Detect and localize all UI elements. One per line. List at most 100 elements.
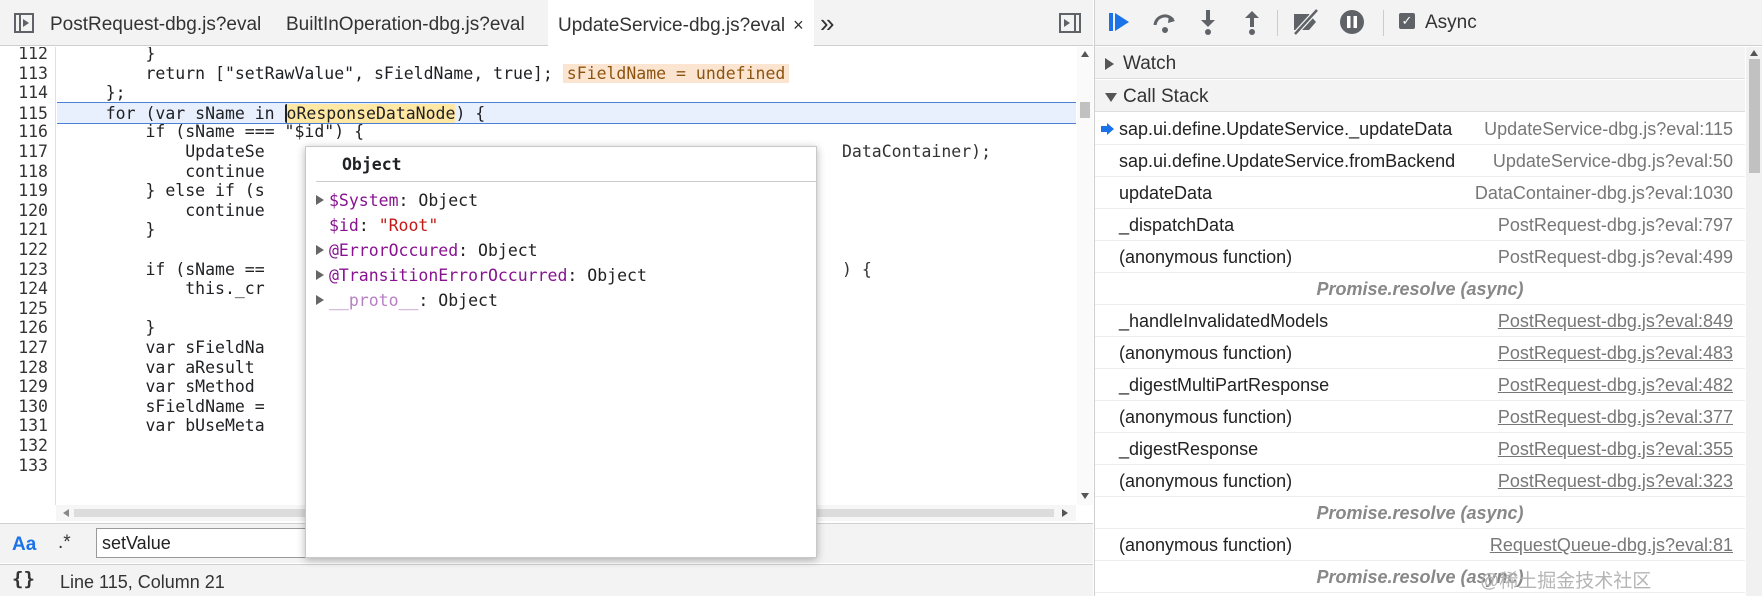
cursor-position: Line 115, Column 21 — [60, 572, 225, 592]
frame-location-link[interactable]: UpdateService-dbg.js?eval:115 — [1484, 119, 1733, 140]
frame-location-link[interactable]: RequestQueue-dbg.js?eval:81 — [1490, 535, 1733, 556]
frame-location-link[interactable]: PostRequest-dbg.js?eval:355 — [1498, 439, 1733, 460]
call-frame[interactable]: updateData DataContainer-dbg.js?eval:1030 — [1095, 177, 1745, 209]
collapse-triangle-icon — [1105, 93, 1117, 102]
step-into-icon[interactable] — [1197, 8, 1219, 35]
toggle-debugger-icon[interactable] — [1059, 13, 1081, 33]
frame-function-name: (anonymous function) — [1119, 535, 1293, 555]
more-tabs-icon[interactable]: » — [820, 8, 835, 39]
object-property[interactable]: $System: Object — [316, 189, 478, 213]
scroll-up-icon[interactable] — [1750, 50, 1758, 56]
pause-on-exceptions-icon[interactable] — [1339, 9, 1365, 35]
expand-triangle-icon[interactable] — [316, 195, 324, 205]
toolbar-divider — [1277, 10, 1278, 36]
regex-button[interactable]: .* — [58, 532, 71, 554]
hovered-variable[interactable]: oResponseDataNode — [284, 103, 456, 123]
property-value: Object — [587, 266, 647, 285]
match-case-button[interactable]: Aa — [12, 534, 36, 556]
debugger-toolbar: ✓ Async — [1095, 0, 1762, 46]
object-property[interactable]: @ErrorOccured: Object — [316, 239, 538, 263]
frame-function-name: _dispatchData — [1119, 215, 1235, 235]
scroll-right-icon[interactable] — [1062, 509, 1068, 517]
call-frame[interactable]: _digestResponse PostRequest-dbg.js?eval:3… — [1095, 433, 1745, 465]
popover-divider — [316, 181, 816, 182]
object-property[interactable]: @TransitionErrorOccurred: Object — [316, 264, 647, 288]
step-out-icon[interactable] — [1241, 8, 1263, 35]
deactivate-breakpoints-icon[interactable] — [1291, 8, 1321, 36]
frame-location-link[interactable]: PostRequest-dbg.js?eval:499 — [1498, 247, 1733, 268]
toolbar-divider — [1383, 10, 1384, 36]
async-checkbox[interactable]: ✓ — [1399, 13, 1415, 29]
frame-location-link[interactable]: PostRequest-dbg.js?eval:483 — [1498, 343, 1733, 364]
frame-location-link[interactable]: PostRequest-dbg.js?eval:482 — [1498, 375, 1733, 396]
scroll-left-icon[interactable] — [63, 509, 69, 517]
code-text: var aResult — [66, 357, 265, 377]
frame-location-link[interactable]: PostRequest-dbg.js?eval:849 — [1498, 311, 1733, 332]
close-tab-icon[interactable]: × — [793, 0, 804, 50]
scroll-thumb[interactable] — [1749, 59, 1760, 173]
object-property: $id: "Root" — [316, 214, 438, 238]
tab-updateservice[interactable]: UpdateService-dbg.js?eval × — [548, 0, 814, 47]
step-over-icon[interactable] — [1151, 8, 1179, 34]
line-number[interactable]: 114 — [0, 82, 48, 104]
call-frame[interactable]: _digestMultiPartResponse PostRequest-dbg.… — [1095, 369, 1745, 401]
scroll-thumb[interactable] — [1080, 102, 1090, 118]
code-text: this._cr — [66, 279, 265, 299]
pretty-print-button[interactable]: {} — [12, 568, 35, 590]
code-text: UpdateSe — [66, 142, 265, 161]
scroll-up-icon[interactable] — [1081, 51, 1089, 57]
frame-function-name: _handleInvalidatedModels — [1119, 311, 1329, 331]
call-frame[interactable]: (anonymous function) PostRequest-dbg.js?e… — [1095, 465, 1745, 497]
property-value: Object — [438, 291, 498, 310]
toggle-navigator-icon[interactable] — [14, 13, 34, 33]
line-number[interactable]: 133 — [0, 455, 48, 477]
scroll-down-icon[interactable] — [1081, 493, 1089, 499]
expand-triangle-icon[interactable] — [316, 245, 324, 255]
call-frame[interactable]: (anonymous function) PostRequest-dbg.js?e… — [1095, 401, 1745, 433]
call-frame[interactable]: sap.ui.define.UpdateService.fromBackend U… — [1095, 145, 1745, 177]
property-name: $id — [329, 216, 359, 235]
code-text: sFieldName = — [66, 396, 265, 416]
code-text: ) { — [455, 103, 486, 123]
code-text: } — [66, 220, 156, 240]
frame-function-name: (anonymous function) — [1119, 471, 1293, 491]
editor-vertical-scrollbar[interactable] — [1077, 47, 1093, 505]
async-separator: Promise.resolve (async) — [1095, 497, 1745, 529]
call-frame[interactable]: (anonymous function) PostRequest-dbg.js?e… — [1095, 241, 1745, 273]
frame-location-link[interactable]: PostRequest-dbg.js?eval:323 — [1498, 471, 1733, 492]
watch-label: Watch — [1123, 53, 1177, 74]
call-frame[interactable]: _dispatchData PostRequest-dbg.js?eval:797 — [1095, 209, 1745, 241]
tab-builtinoperation[interactable]: BuiltInOperation-dbg.js?eval — [276, 0, 535, 46]
call-stack-section-header[interactable]: Call Stack — [1095, 80, 1745, 112]
expand-triangle-icon[interactable] — [316, 270, 324, 280]
frame-function-name: (anonymous function) — [1119, 407, 1293, 427]
call-frame[interactable]: (anonymous function) PostRequest-dbg.js?e… — [1095, 337, 1745, 369]
code-text: for (var sName in — [66, 103, 285, 123]
call-frame[interactable]: sap.ui.define.UpdateService._updateData U… — [1095, 113, 1745, 145]
property-name: __proto__ — [329, 291, 419, 310]
property-colon: : — [398, 191, 419, 210]
watch-section-header[interactable]: Watch — [1095, 47, 1745, 79]
frame-location-link[interactable]: UpdateService-dbg.js?eval:50 — [1493, 151, 1733, 172]
current-frame-arrow-icon — [1101, 123, 1115, 135]
property-value: Object — [478, 241, 538, 260]
frame-location-link[interactable]: DataContainer-dbg.js?eval:1030 — [1475, 183, 1733, 204]
sidebar-vertical-scrollbar[interactable] — [1746, 47, 1762, 596]
tab-postrequest[interactable]: PostRequest-dbg.js?eval — [40, 0, 271, 46]
expand-triangle-icon[interactable] — [316, 295, 324, 305]
property-colon: : — [418, 291, 439, 310]
property-name: $System — [329, 191, 399, 210]
call-frame[interactable]: (anonymous function) RequestQueue-dbg.js?… — [1095, 529, 1745, 561]
code-text: var bUseMeta — [66, 416, 265, 436]
object-property[interactable]: __proto__: Object — [316, 289, 498, 313]
property-colon: : — [358, 216, 379, 235]
status-bar: {} Line 115, Column 21 — [0, 564, 1093, 596]
code-text: var sFieldNa — [66, 338, 265, 357]
frame-location-link[interactable]: PostRequest-dbg.js?eval:797 — [1498, 215, 1733, 236]
frame-location-link[interactable]: PostRequest-dbg.js?eval:377 — [1498, 407, 1733, 428]
code-text: } — [66, 318, 156, 338]
resume-icon[interactable] — [1109, 10, 1135, 36]
call-frame[interactable]: _handleInvalidatedModels PostRequest-dbg.… — [1095, 305, 1745, 337]
search-input[interactable] — [96, 528, 306, 558]
